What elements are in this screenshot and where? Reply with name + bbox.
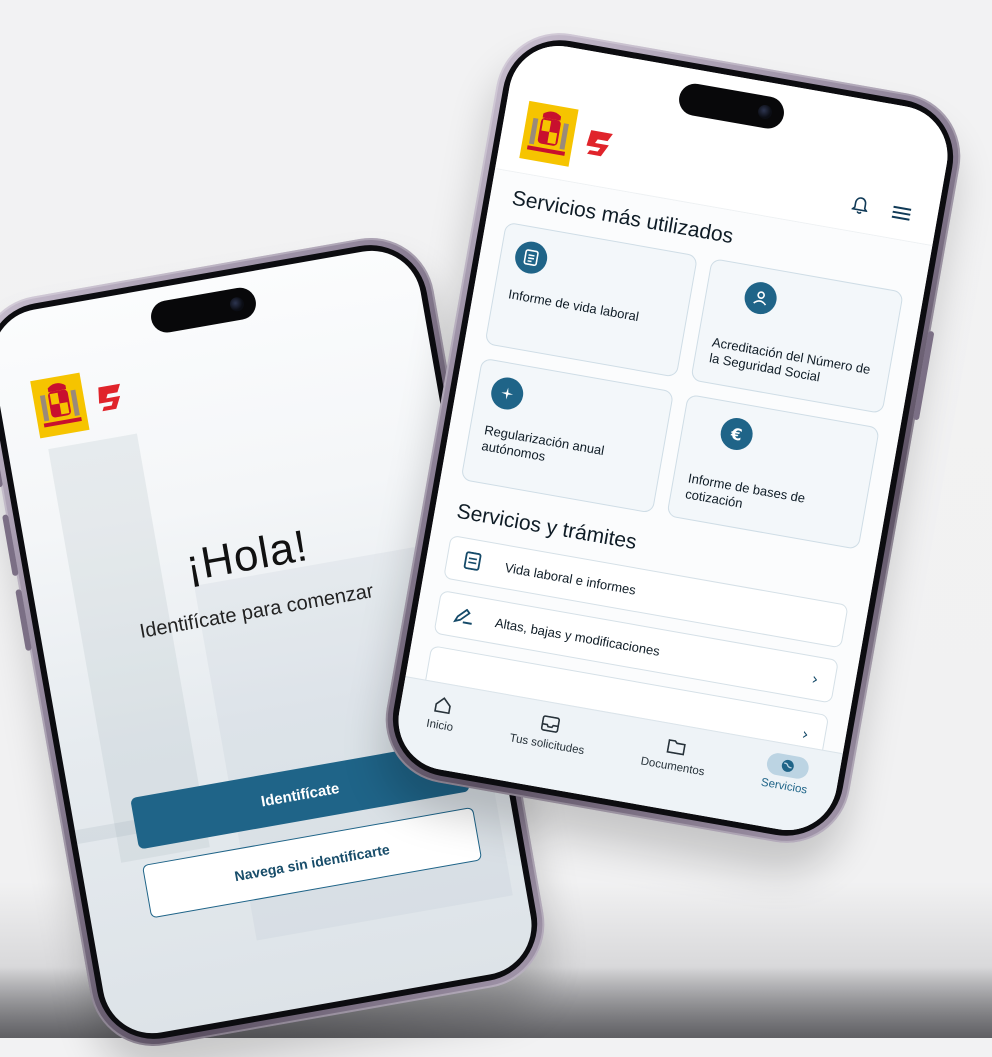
services-screen: Servicios más utilizados Informe de vida…: [390, 38, 956, 838]
tab-label: Servicios: [760, 776, 809, 797]
document-icon: [462, 551, 489, 573]
card-label: Informe de bases de cotización: [684, 470, 807, 511]
card-label: Acreditación del Número de la Seguridad …: [708, 334, 872, 385]
tab-servicios[interactable]: Servicios: [760, 751, 813, 797]
home-icon: [430, 692, 457, 718]
tab-label: Tus solicitudes: [508, 732, 586, 758]
tab-label: Documentos: [639, 755, 706, 779]
tab-tus-solicitudes[interactable]: Tus solicitudes: [508, 707, 590, 758]
dynamic-island: [148, 285, 259, 336]
document-icon: [512, 239, 550, 277]
header-actions: [849, 194, 914, 224]
coat-of-arms-logo: [519, 100, 579, 167]
tab-inicio[interactable]: Inicio: [425, 692, 458, 734]
globe-icon: [765, 751, 811, 781]
chevron-right-icon: ›: [800, 723, 811, 744]
menu-icon[interactable]: [890, 202, 913, 225]
camera-icon: [756, 103, 774, 121]
logo-row: [30, 365, 131, 439]
bell-icon[interactable]: [849, 194, 872, 217]
euro-icon: €: [718, 415, 756, 453]
seguridad-social-logo: [98, 383, 121, 412]
camera-icon: [228, 296, 246, 313]
pencil-icon: [453, 607, 479, 627]
inbox-icon: [537, 711, 564, 737]
card-regularizacion-autonomos[interactable]: Regularización anual autónomos: [460, 357, 675, 514]
sparkle-icon: [488, 374, 526, 413]
card-label: Informe de vida laboral: [507, 286, 641, 325]
card-bases-cotizacion[interactable]: € Informe de bases de cotización: [666, 393, 880, 550]
services-content: Servicios más utilizados Informe de vida…: [405, 169, 933, 759]
most-used-grid: Informe de vida laboral Acreditación del…: [460, 221, 904, 550]
coat-of-arms-logo: [30, 372, 90, 439]
seguridad-social-logo: [586, 130, 613, 157]
tab-documentos[interactable]: Documentos: [639, 730, 710, 779]
folder-icon: [662, 733, 689, 759]
person-icon: [742, 279, 780, 317]
card-acreditacion-nss[interactable]: Acreditación del Número de la Seguridad …: [690, 258, 904, 414]
card-label: Regularización anual autónomos: [480, 422, 606, 464]
tab-label: Inicio: [425, 717, 454, 735]
logo-row: [519, 100, 620, 174]
card-informe-vida-laboral[interactable]: Informe de vida laboral: [484, 221, 699, 378]
phone-services: Servicios más utilizados Informe de vida…: [375, 22, 971, 854]
